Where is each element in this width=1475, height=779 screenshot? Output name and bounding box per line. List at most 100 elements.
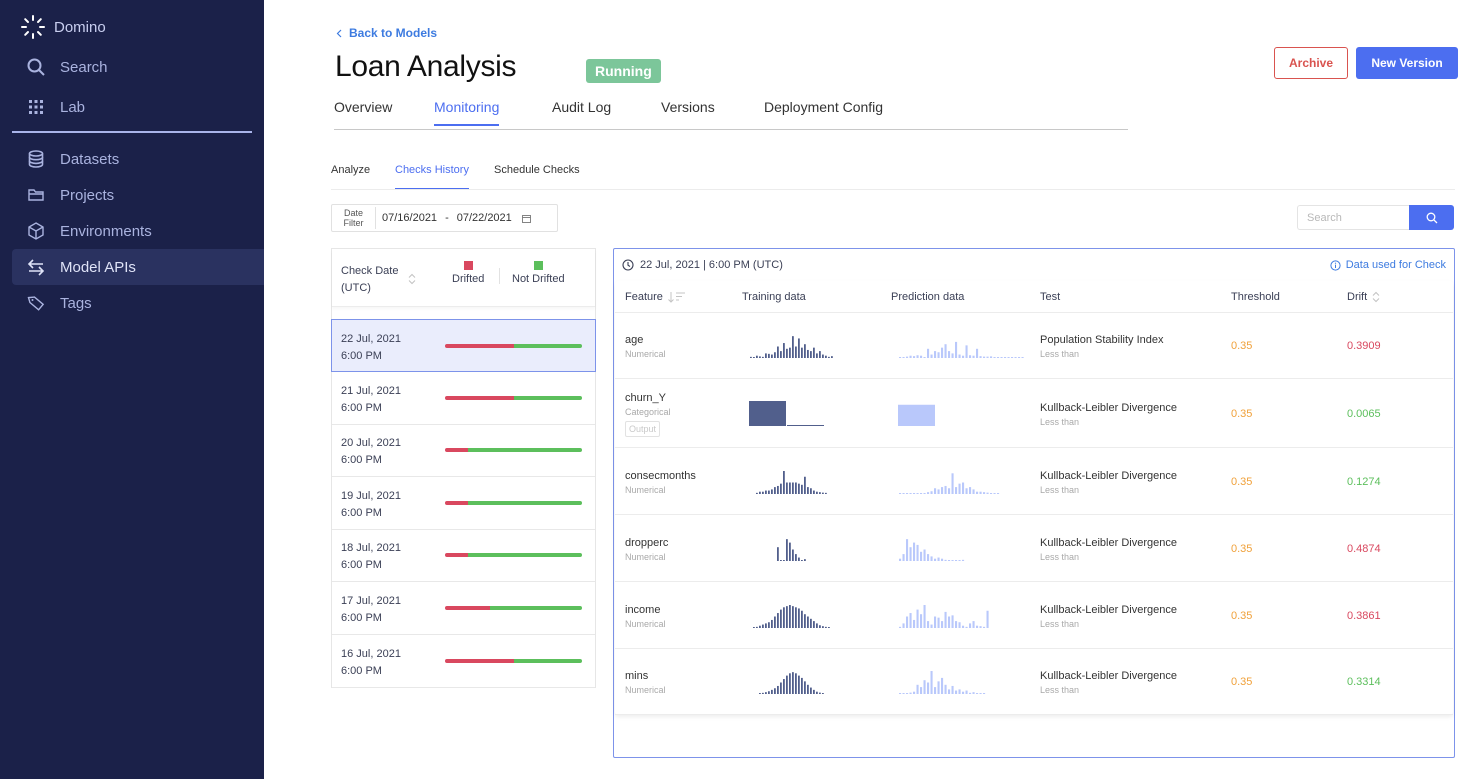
subtab-schedule-checks[interactable]: Schedule Checks	[494, 164, 580, 188]
histogram-bin	[825, 355, 827, 358]
histogram-bin	[955, 486, 958, 494]
histogram-bin	[825, 626, 827, 628]
sidebar-item-lab[interactable]: Lab	[12, 89, 264, 125]
histogram-bin	[822, 354, 824, 358]
sort-icon[interactable]	[1372, 291, 1380, 303]
subtab-analyze[interactable]: Analyze	[331, 164, 370, 188]
histogram-bin	[916, 355, 919, 358]
sidebar-item-label: Tags	[60, 294, 92, 312]
sidebar-item-label: Datasets	[60, 150, 120, 168]
histogram-bin	[795, 673, 797, 694]
histogram-bin	[753, 357, 755, 358]
feature-row[interactable]: income Numerical Kullback-Leibler Divergen…	[615, 582, 1453, 649]
tab-audit-log[interactable]: Audit Log	[552, 99, 611, 124]
date-start[interactable]: 07/16/2021	[382, 212, 437, 224]
sort-icon[interactable]	[408, 273, 416, 285]
histogram-bin	[958, 483, 961, 494]
histogram-bin	[920, 687, 923, 694]
histogram-bin	[944, 611, 947, 628]
histogram-bin	[972, 620, 975, 628]
histogram-bin	[899, 558, 902, 561]
histogram-bin	[786, 675, 788, 694]
histogram-bin	[951, 353, 954, 358]
sidebar-item-search[interactable]: Search	[12, 49, 264, 85]
search-button[interactable]	[1409, 205, 1454, 230]
sidebar-item-environments[interactable]: Environments	[12, 213, 264, 249]
col-drift[interactable]: Drift	[1347, 291, 1380, 303]
archive-button[interactable]: Archive	[1274, 47, 1348, 79]
histogram-bin	[923, 680, 926, 694]
histogram-bin	[819, 351, 821, 358]
histogram-bin	[828, 356, 830, 358]
histogram-bin	[777, 485, 779, 494]
training-histogram	[753, 604, 830, 628]
sidebar-item-projects[interactable]: Projects	[12, 177, 264, 213]
histogram-bin	[930, 490, 933, 494]
feature-type: Numerical	[625, 685, 666, 695]
histogram-bin	[930, 624, 933, 628]
main-tabs: Overview Monitoring Audit Log Versions D…	[334, 96, 1128, 130]
col-feature[interactable]: Feature	[625, 291, 686, 303]
histogram-bin	[948, 559, 951, 561]
sidebar-item-tags[interactable]: Tags	[12, 285, 264, 321]
feature-row[interactable]: consecmonths Numerical Kullback-Leibler Di…	[615, 448, 1453, 515]
histogram-bin	[1021, 357, 1024, 358]
histogram-bin	[983, 491, 986, 494]
histogram-bin	[771, 354, 773, 358]
prediction-histogram	[898, 404, 935, 426]
check-row[interactable]: 18 Jul, 2021 6:00 PM	[332, 529, 595, 583]
histogram-bin	[934, 487, 937, 494]
subtab-checks-history[interactable]: Checks History	[395, 164, 469, 189]
tab-versions[interactable]: Versions	[661, 99, 715, 124]
histogram-bin	[789, 604, 791, 628]
histogram-bin	[777, 612, 779, 628]
sidebar-item-datasets[interactable]: Datasets	[12, 141, 264, 177]
check-date-header[interactable]: Check Date (UTC)	[341, 263, 398, 297]
feature-row[interactable]: dropperc Numerical Kullback-Leibler Diverg…	[615, 515, 1453, 582]
histogram-bin	[979, 693, 982, 694]
tab-monitoring[interactable]: Monitoring	[434, 99, 500, 126]
feature-row[interactable]: churn_Y Categorical Output Kullback-Leibler…	[615, 380, 1453, 448]
feature-row[interactable]: mins Numerical Kullback-Leibler Divergence…	[615, 649, 1453, 715]
date-end[interactable]: 07/22/2021	[457, 212, 512, 224]
histogram-bin	[792, 672, 794, 694]
histogram-bin	[762, 692, 764, 694]
check-row[interactable]: 20 Jul, 2021 6:00 PM	[332, 424, 595, 478]
check-time-text: 6:00 PM	[341, 664, 382, 677]
histogram-bin	[955, 690, 958, 694]
brand[interactable]: Domino	[20, 14, 106, 40]
back-to-models-link[interactable]: Back to Models	[336, 26, 437, 40]
histogram-bin	[944, 684, 947, 694]
legend-not-drifted: Not Drifted	[512, 261, 565, 285]
tab-deployment-config[interactable]: Deployment Config	[764, 99, 883, 124]
histogram-bin	[909, 692, 912, 694]
col-test: Test	[1040, 291, 1061, 303]
tab-overview[interactable]: Overview	[334, 99, 392, 124]
check-row[interactable]: 22 Jul, 2021 6:00 PM	[331, 319, 596, 372]
feature-row[interactable]: age Numerical Population Stability Index Le…	[615, 313, 1453, 379]
check-row[interactable]: 21 Jul, 2021 6:00 PM	[332, 372, 595, 425]
histogram-bin	[759, 693, 761, 694]
calendar-icon[interactable]	[521, 214, 531, 223]
sort-desc-icon[interactable]	[668, 291, 686, 303]
clock-icon	[622, 259, 634, 271]
date-filter-label: Date Filter	[332, 207, 376, 229]
histogram-bin	[792, 336, 794, 358]
check-row[interactable]: 19 Jul, 2021 6:00 PM	[332, 477, 595, 530]
feature-name: churn_Y	[625, 392, 666, 404]
histogram-bin	[923, 549, 926, 561]
search-input[interactable]	[1297, 205, 1409, 230]
date-filter[interactable]: Date Filter 07/16/2021 - 07/22/2021	[331, 204, 558, 232]
histogram-bin	[993, 492, 996, 494]
sidebar-item-model-apis[interactable]: Model APIs	[12, 249, 264, 285]
new-version-button[interactable]: New Version	[1356, 47, 1458, 79]
feature-name: mins	[625, 670, 649, 682]
checks-list: Check Date (UTC) Drifted Not Drifted 22 …	[331, 248, 596, 688]
check-row[interactable]: 16 Jul, 2021 6:00 PM	[332, 635, 595, 688]
data-used-for-check-link[interactable]: Data used for Check	[1330, 259, 1446, 271]
drifted-segment	[445, 448, 469, 453]
search-icon	[1426, 212, 1437, 223]
check-row[interactable]: 17 Jul, 2021 6:00 PM	[332, 582, 595, 635]
sidebar-item-label: Search	[60, 58, 108, 76]
histogram-bin	[965, 626, 968, 628]
